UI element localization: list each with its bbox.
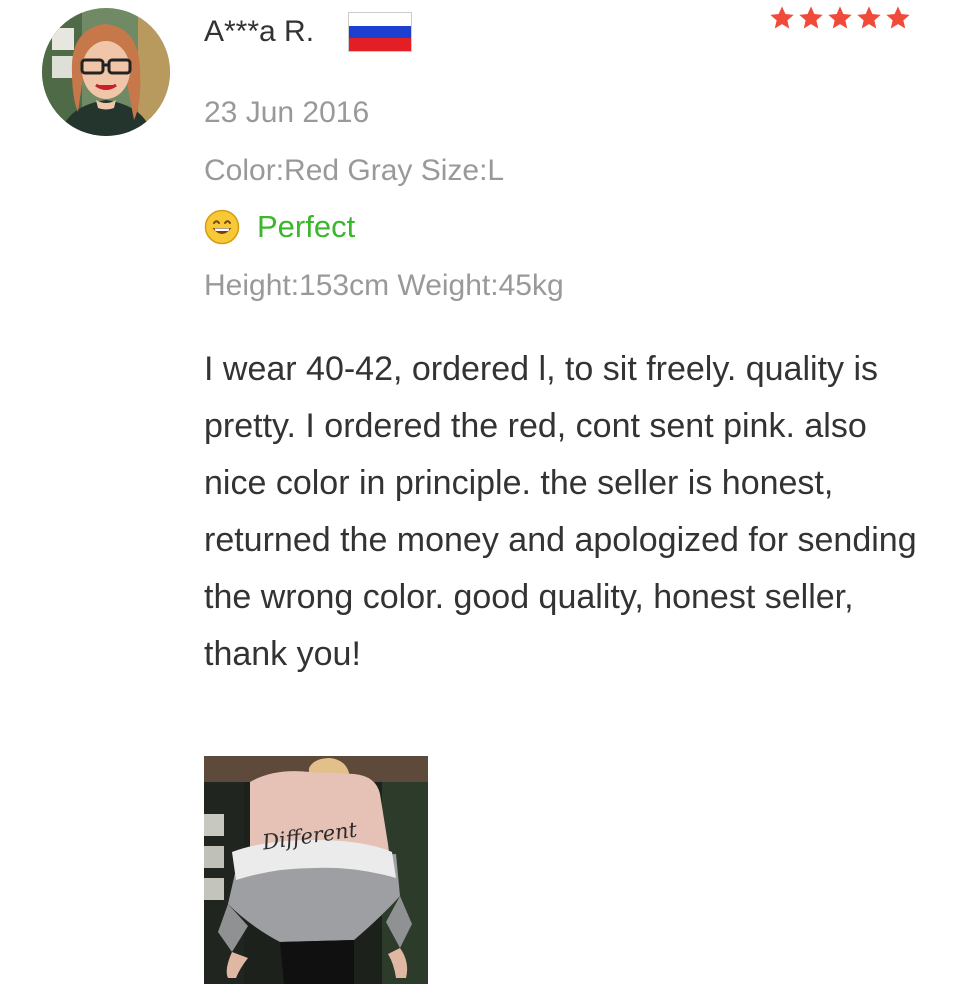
star-icon xyxy=(828,6,852,29)
star-icon xyxy=(886,6,910,29)
fit-label: Perfect xyxy=(257,209,356,244)
product-variant-info: Color:Red Gray Size:L xyxy=(204,154,505,187)
review-date: 23 Jun 2016 xyxy=(204,96,370,129)
review-text: I wear 40-42, ordered l, to sit freely. … xyxy=(204,350,917,673)
star-icon xyxy=(857,6,881,29)
rating-stars xyxy=(768,4,912,32)
star-icon xyxy=(770,6,794,29)
avatar-portrait-image xyxy=(42,8,170,136)
russia-flag-icon xyxy=(348,12,412,52)
fit-rating: Perfect xyxy=(204,208,355,246)
smiling-face-icon xyxy=(204,209,240,245)
review-photo-image xyxy=(204,756,428,984)
reviewer-body-info: Height:153cm Weight:45kg xyxy=(204,269,564,302)
star-icon xyxy=(799,6,823,29)
review-photo-thumbnail[interactable]: Different xyxy=(204,756,428,984)
reviewer-avatar xyxy=(42,8,170,136)
reviewer-name: A***a R. xyxy=(204,15,315,48)
